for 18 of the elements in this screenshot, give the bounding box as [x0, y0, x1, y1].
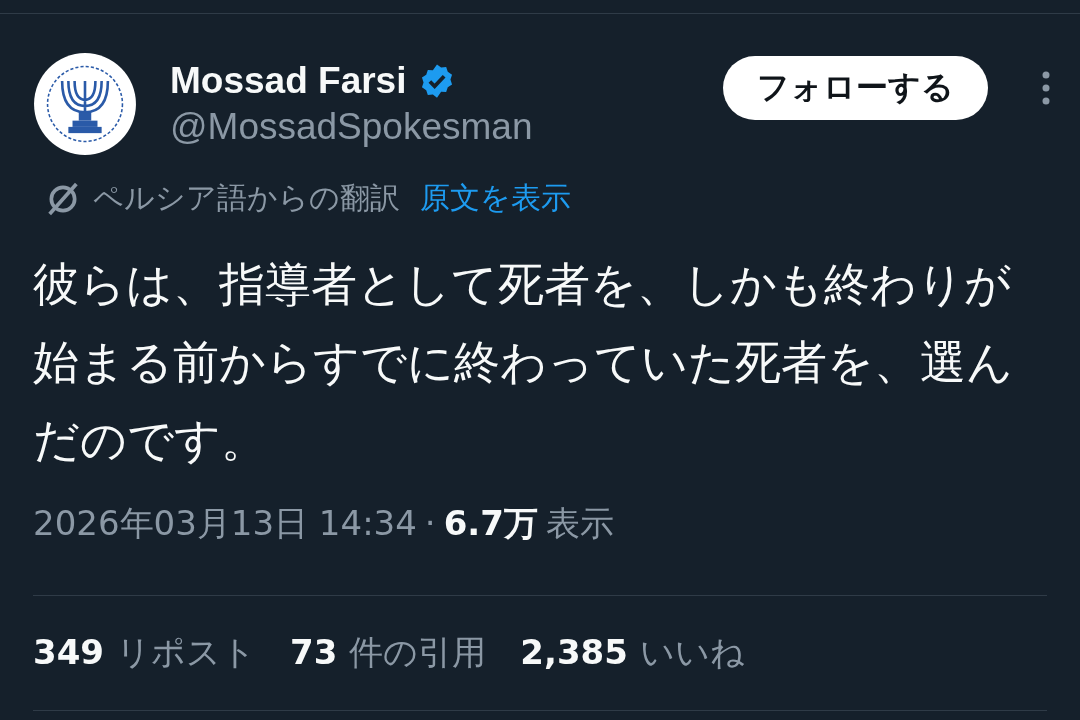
menorah-emblem-icon[interactable] — [33, 52, 137, 156]
stat-count[interactable]: 73 — [290, 632, 338, 672]
meta-separator: · — [424, 503, 436, 543]
views-count: 6.7万 — [443, 502, 538, 545]
stat-count[interactable]: 2,385 — [520, 632, 628, 672]
views-label: 表示 — [545, 502, 614, 545]
translation-note: ペルシア語からの翻訳 — [93, 179, 400, 217]
show-original-link[interactable]: 原文を表示 — [420, 178, 571, 219]
stat-count[interactable]: 349 — [33, 632, 104, 672]
post-text: 彼らは、指導者として死者を、しかも終わりが始まる前からすでに終わっていた死者を、選んだのです。 — [33, 256, 1014, 469]
stat-label[interactable]: 件の引用 — [349, 630, 487, 676]
author-handle[interactable]: @MossadSpokesman — [170, 106, 690, 148]
stat-label[interactable]: リポスト — [116, 630, 256, 676]
follow-button[interactable]: フォローする — [723, 56, 988, 120]
stat-label[interactable]: いいね — [639, 630, 745, 676]
author-name[interactable]: Mossad Farsi — [170, 60, 407, 102]
more-options-icon[interactable] — [1041, 70, 1051, 106]
post-timestamp[interactable]: 2026年03月13日 14:34 — [33, 501, 417, 547]
